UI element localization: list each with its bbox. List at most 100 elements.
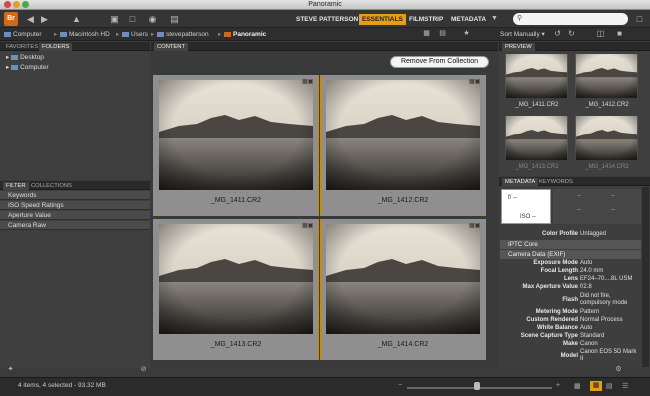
delete-icon[interactable]: ■: [613, 28, 626, 40]
preview-image[interactable]: [505, 116, 568, 160]
thumbnail-filename: _MG_1412.CR2: [377, 197, 429, 204]
breadcrumb-users[interactable]: Users: [122, 30, 148, 39]
rating-dots[interactable]: · · · · ·: [154, 190, 318, 196]
photo-thumbnail: [326, 224, 480, 334]
bridge-logo[interactable]: Br: [4, 12, 18, 26]
star-icon[interactable]: ★: [460, 28, 473, 40]
view-thumbnails-icon[interactable]: ▦: [590, 381, 602, 391]
breadcrumb-stevepatterson[interactable]: stevepatterson: [157, 30, 209, 39]
chevron-down-icon[interactable]: ▼: [488, 13, 501, 25]
slider-handle[interactable]: [474, 382, 480, 390]
preview-filename: _MG_1412.CR2: [585, 102, 629, 108]
back-icon[interactable]: ◀: [24, 13, 37, 25]
zoom-in-icon[interactable]: +: [556, 382, 560, 389]
metadata-value: Auto: [580, 325, 593, 331]
tree-item-computer[interactable]: ▸ Computer: [6, 63, 49, 72]
section-iptc-core[interactable]: IPTC Core: [500, 240, 641, 249]
tab-preview[interactable]: PREVIEW: [502, 43, 535, 51]
rating-dots[interactable]: · · · · ·: [321, 334, 485, 340]
remove-from-collection-button[interactable]: Remove From Collection: [390, 56, 489, 68]
file-info-value: --: [577, 207, 581, 213]
filter-row-camera-raw[interactable]: Camera Raw: [0, 221, 150, 230]
camera-raw-icon[interactable]: ◉: [146, 13, 159, 25]
view-list-icon[interactable]: ☰: [622, 382, 628, 390]
folders-panel-tabs: FAVORITES FOLDERS: [0, 42, 150, 51]
view-grid-icon[interactable]: ▦: [420, 28, 433, 40]
tab-metadata[interactable]: METADATA: [502, 178, 539, 186]
breadcrumb-separator-icon: ▸: [54, 31, 58, 38]
forward-icon[interactable]: ▶: [38, 13, 51, 25]
refine-icon[interactable]: □: [126, 13, 139, 25]
breadcrumb-separator-icon: ▸: [116, 31, 120, 38]
drive-icon: [60, 31, 67, 37]
sort-dropdown[interactable]: Sort Manually ▾: [500, 30, 545, 39]
metadata-key: Metering Mode: [535, 309, 578, 315]
workspace-steve-patterson[interactable]: STEVE PATTERSON: [293, 14, 361, 25]
search-input[interactable]: ⚲: [513, 13, 628, 25]
metadata-value: Auto: [580, 260, 593, 266]
thumbnail-filename: _MG_1413.CR2: [210, 341, 262, 348]
thumbnail-card[interactable]: ▦▣ · · · · · _MG_1413.CR2: [153, 219, 319, 360]
metadata-scrollbar[interactable]: [642, 187, 649, 367]
thumbnail-card[interactable]: ▦▣ · · · · · _MG_1411.CR2: [153, 75, 319, 216]
output-icon[interactable]: ▤: [168, 13, 181, 25]
zoom-out-icon[interactable]: −: [398, 382, 402, 389]
pin-icon[interactable]: ✦: [4, 364, 17, 376]
breadcrumb-macintosh-hd[interactable]: Macintosh HD: [60, 30, 110, 39]
settings-icon[interactable]: ⚙: [612, 364, 625, 376]
preview-filename: _MG_1413.CR2: [515, 164, 559, 170]
metadata-value: Did not fire, compulsory mode: [580, 293, 628, 306]
preview-image[interactable]: [575, 116, 638, 160]
tab-filter[interactable]: FILTER: [3, 182, 29, 190]
status-bar: 4 items, 4 selected - 93.32 MB − + ▦ ▦ ▤…: [0, 377, 650, 396]
tab-collections[interactable]: COLLECTIONS: [28, 182, 75, 190]
metadata-key: Model: [560, 353, 578, 359]
filter-row-keywords[interactable]: Keywords: [0, 191, 150, 200]
section-camera-data[interactable]: Camera Data (EXIF): [500, 250, 641, 259]
tab-content[interactable]: CONTENT: [154, 43, 189, 51]
view-details-icon[interactable]: ▤: [606, 382, 613, 390]
metadata-value: Standard: [580, 333, 605, 339]
maximize-panels-icon[interactable]: □: [633, 13, 646, 25]
thumbnail-card[interactable]: ▦▣ · · · · · _MG_1414.CR2: [320, 219, 486, 360]
rating-dots[interactable]: · · · · ·: [321, 190, 485, 196]
view-list-icon[interactable]: ▤: [436, 28, 449, 40]
filter-row-iso[interactable]: ISO Speed Ratings: [0, 201, 150, 210]
thumbnail-filename: _MG_1414.CR2: [377, 341, 429, 348]
tab-favorites[interactable]: FAVORITES: [3, 43, 41, 51]
filter-panel-tabs: FILTER COLLECTIONS: [0, 181, 150, 190]
tab-folders[interactable]: FOLDERS: [39, 43, 73, 51]
metadata-key: Focal Length: [540, 268, 578, 274]
metadata-key: Custom Rendered: [526, 317, 578, 323]
metadata-value: EF24–70....8L USM: [580, 276, 633, 282]
metadata-key: Lens: [563, 276, 578, 282]
photo-thumbnail: [326, 80, 480, 190]
file-info-value: --: [577, 193, 581, 199]
home-icon: [157, 31, 164, 37]
workspace-filmstrip[interactable]: FILMSTRIP: [406, 14, 446, 25]
tab-keywords[interactable]: KEYWORDS: [536, 178, 576, 186]
preview-image[interactable]: [505, 54, 568, 98]
lock-grid-icon[interactable]: ▦: [574, 382, 581, 390]
clear-filter-icon[interactable]: ⊘: [137, 364, 150, 376]
content-panel-tabs: CONTENT: [151, 42, 498, 51]
rotate-left-icon[interactable]: ↺: [551, 28, 564, 40]
workspace-essentials[interactable]: ESSENTIALS: [359, 14, 406, 25]
collection-icon: [224, 31, 231, 37]
rotate-right-icon[interactable]: ↻: [565, 28, 578, 40]
recent-folders-icon[interactable]: ▲: [70, 13, 83, 25]
preview-filename: _MG_1414.CR2: [585, 164, 629, 170]
preview-image[interactable]: [575, 54, 638, 98]
breadcrumb-panoramic[interactable]: Panoramic: [224, 30, 266, 39]
tree-item-desktop[interactable]: ▸ Desktop: [6, 53, 44, 62]
new-folder-icon[interactable]: ◫: [594, 28, 607, 40]
get-photos-icon[interactable]: ▣: [108, 13, 121, 25]
rating-dots[interactable]: · · · · ·: [154, 334, 318, 340]
preview-panel-tabs: PREVIEW: [499, 42, 650, 51]
thumbnail-card[interactable]: ▦▣ · · · · · _MG_1412.CR2: [320, 75, 486, 216]
filter-row-aperture[interactable]: Aperture Value: [0, 211, 150, 220]
metadata-value: Normal Process: [580, 317, 623, 323]
breadcrumb-computer[interactable]: Computer: [4, 30, 42, 39]
workspace-metadata[interactable]: METADATA: [448, 14, 489, 25]
breadcrumb-separator-icon: ▸: [218, 31, 222, 38]
